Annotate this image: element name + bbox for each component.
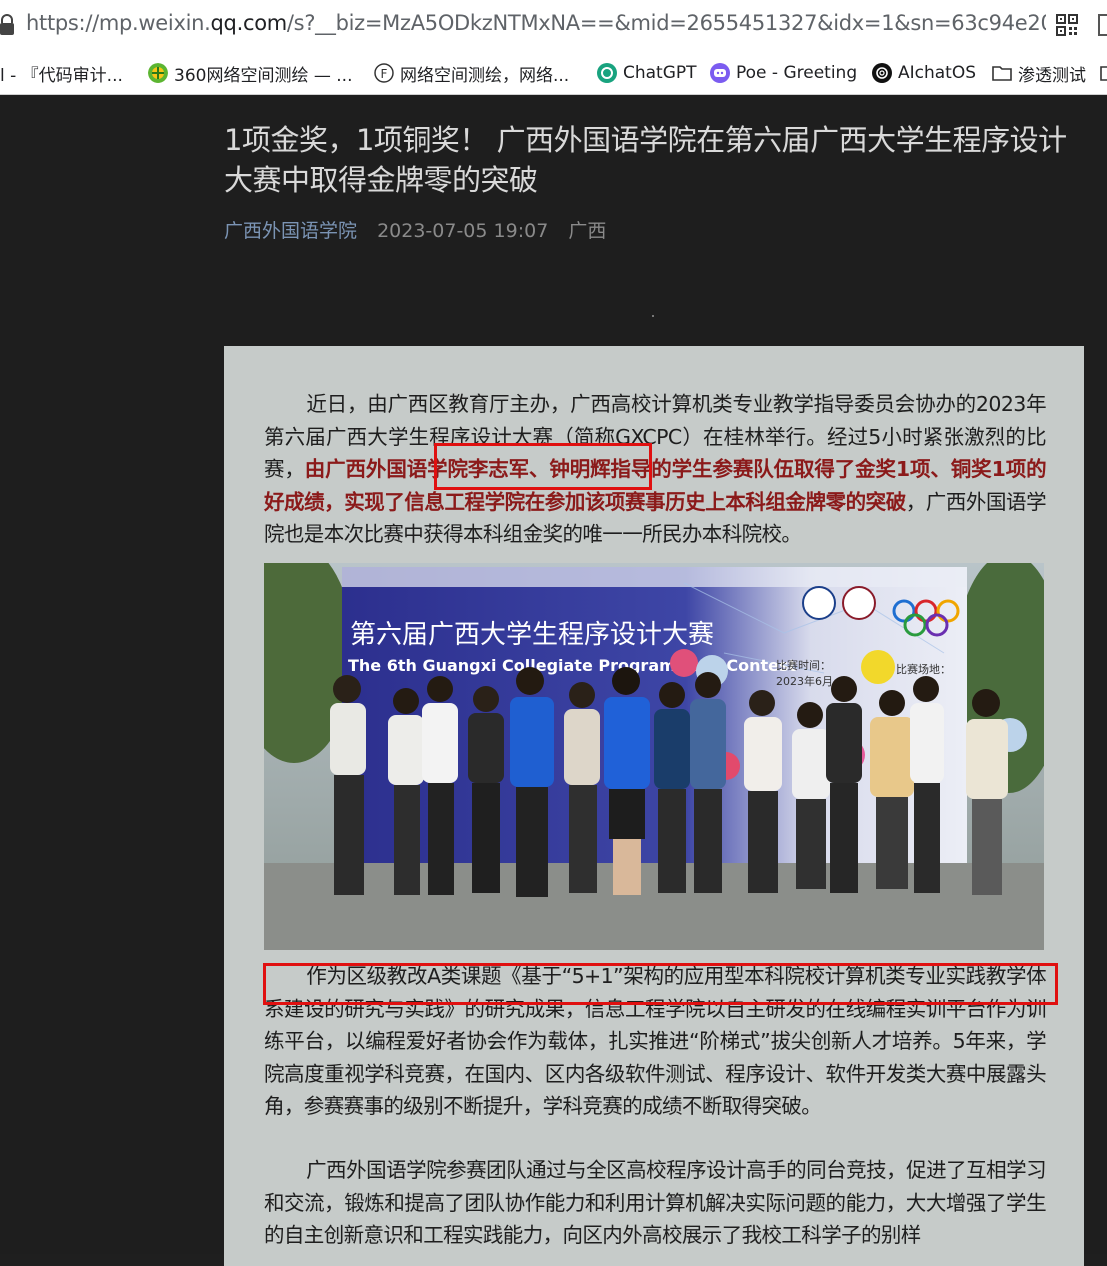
bookmark-aichatos[interactable]: AIchatOS xyxy=(872,60,976,86)
bookmark-folder-pentest[interactable]: 渗透测试 xyxy=(992,60,1086,86)
browser-chrome: https://mp.weixin.qq.com/s?__biz=MzA5ODk… xyxy=(0,0,1107,95)
openai-icon xyxy=(872,63,892,83)
360-icon xyxy=(148,63,168,83)
lock-icon[interactable] xyxy=(0,14,14,36)
url-prefix: https://mp.weixin. xyxy=(26,11,211,35)
person xyxy=(870,690,914,889)
bookmark-chatgpt[interactable]: ChatGPT xyxy=(597,60,697,86)
url-domain: qq.com xyxy=(210,11,288,35)
sidebar-icon[interactable] xyxy=(1098,14,1107,36)
url-text[interactable]: https://mp.weixin.qq.com/s?__biz=MzA5ODk… xyxy=(26,11,1046,35)
bookmark-code-audit[interactable]: l - 『代码审计... xyxy=(0,60,123,86)
person xyxy=(792,702,830,889)
person xyxy=(966,689,1008,895)
address-bar[interactable]: https://mp.weixin.qq.com/s?__biz=MzA5ODk… xyxy=(0,0,1107,50)
bookmark-360[interactable]: 360网络空间测绘 — ... xyxy=(148,60,352,86)
team-photo[interactable]: 第六届广西大学生程序设计大赛 The 6th Guangxi Collegiat… xyxy=(264,563,1044,950)
paragraph-3: 广西外国语学院参赛团队通过与全区高校程序设计高手的同台竞技，促进了互相学习和交流… xyxy=(264,1154,1047,1252)
folder-icon xyxy=(1100,66,1107,81)
person xyxy=(510,667,554,897)
banner-subtitle: The 6th Guangxi Collegiate Programming C… xyxy=(348,656,797,675)
team-photo-illustration: 第六届广西大学生程序设计大赛 The 6th Guangxi Collegiat… xyxy=(264,563,1044,950)
person xyxy=(330,675,366,895)
decorative-dot xyxy=(652,315,654,317)
person xyxy=(690,672,726,893)
bookmark-label: AIchatOS xyxy=(898,63,977,83)
paragraph-1: 近日，由广西区教育厅主办，广西高校计算机类专业教学指导委员会协办的2023年第六… xyxy=(264,388,1047,551)
bookmark-label: l - 『代码审计... xyxy=(0,65,123,86)
bookmarks-bar: l - 『代码审计... 360网络空间测绘 — ... F 网络空间测绘，网络… xyxy=(0,55,1107,91)
article-meta: 广西外国语学院 2023-07-05 19:07 广西 xyxy=(224,216,606,243)
banner-venue-label: 比赛场地： xyxy=(896,662,951,676)
chatgpt-icon xyxy=(597,63,617,83)
person xyxy=(826,676,862,893)
person xyxy=(654,682,690,893)
bookmark-label: 360网络空间测绘 — ... xyxy=(174,65,353,86)
fofa-icon: F xyxy=(374,63,394,83)
account-name-link[interactable]: 广西外国语学院 xyxy=(224,220,357,242)
publish-date: 2023-07-05 19:07 xyxy=(377,220,549,242)
banner-title: 第六届广西大学生程序设计大赛 xyxy=(350,620,714,650)
bookmark-label: Poe - Greeting xyxy=(736,63,858,83)
bookmark-overflow-folder[interactable] xyxy=(1100,60,1107,86)
bookmark-label: 网络空间测绘，网络... xyxy=(400,65,570,86)
qr-code-icon[interactable] xyxy=(1056,14,1078,36)
bookmark-poe[interactable]: Poe - Greeting xyxy=(710,60,857,86)
svg-text:F: F xyxy=(381,67,388,81)
person xyxy=(468,686,504,893)
paragraph-3-text: 广西外国语学院参赛团队通过与全区高校程序设计高手的同台竞技，促进了互相学习和交流… xyxy=(264,1158,1047,1247)
person xyxy=(910,676,944,893)
poe-icon xyxy=(710,63,730,83)
bookmark-label: ChatGPT xyxy=(623,63,697,83)
article-title: 1项金奖，1项铜奖！ 广西外国语学院在第六届广西大学生程序设计大赛中取得金牌零的… xyxy=(224,123,1067,197)
article-page: 1项金奖，1项铜奖！ 广西外国语学院在第六届广西大学生程序设计大赛中取得金牌零的… xyxy=(0,95,1107,1266)
annotation-box-advisor xyxy=(434,443,652,490)
banner-time-value: 2023年6月 xyxy=(776,674,833,688)
publish-location: 广西 xyxy=(568,220,607,242)
annotation-box-project xyxy=(263,963,1058,1005)
banner-time-label: 比赛时间： xyxy=(776,658,831,672)
article-body: 近日，由广西区教育厅主办，广西高校计算机类专业教学指导委员会协办的2023年第六… xyxy=(224,346,1084,1266)
bookmark-label: 渗透测试 xyxy=(1018,65,1086,86)
folder-icon xyxy=(992,66,1012,81)
url-path: /s?__biz=MzA5ODkzNTMxNA==&mid=2655451327… xyxy=(286,11,1046,35)
person xyxy=(744,690,782,893)
person xyxy=(564,682,600,893)
bookmark-fofa[interactable]: F 网络空间测绘，网络... xyxy=(374,60,569,86)
